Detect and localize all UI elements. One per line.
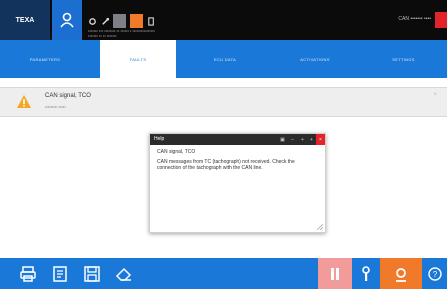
user-icon [60, 12, 74, 28]
service-button[interactable] [352, 258, 380, 289]
tab-settings[interactable]: SETTINGS [360, 40, 447, 78]
print-icon [20, 266, 36, 282]
bottom-toolbar: ? [0, 258, 447, 289]
document-icon[interactable] [113, 14, 126, 28]
dialog-header: Help ▣ – + + × [150, 134, 325, 145]
resize-grip-icon[interactable] [316, 223, 323, 230]
dialog-body: CAN messages from TC (tachograph) not re… [157, 159, 295, 171]
zoom-out-icon[interactable]: + [307, 134, 316, 145]
battery-icon [148, 17, 154, 26]
pause-icon [331, 267, 339, 280]
close-icon[interactable]: × [316, 134, 325, 145]
report-icon [53, 266, 67, 282]
print-button[interactable] [18, 264, 38, 284]
svg-text:?: ? [432, 270, 437, 279]
print-dialog-icon[interactable]: ▣ [278, 134, 287, 145]
tab-activations[interactable]: ACTIVATIONS [272, 40, 358, 78]
fault-subtitle: ••••••••• ••••• [45, 104, 66, 109]
top-bar: TEXA ••••••• ••• •••••••• •• •••••• • ••… [0, 0, 447, 40]
dialog-title: Help [154, 136, 165, 142]
dialog-heading: CAN signal, TCO [157, 149, 196, 155]
pause-button[interactable] [318, 258, 352, 289]
texa-logo: TEXA [0, 0, 50, 40]
help-icon: ? [427, 266, 442, 281]
vehicle-info: ••••••• ••• •••••••• •• •••••• • •••••••… [88, 28, 238, 38]
vehicle-info-line2: ••••••• •• •• ••••••• [88, 33, 117, 38]
fault-row[interactable]: CAN signal, TCO ••••••••• ••••• × [0, 87, 447, 117]
wrench-icon[interactable] [101, 17, 110, 26]
main-tabs: PARAMETERS FAULTS ECU DATA ACTIVATIONS S… [0, 40, 447, 78]
tab-ecu-data[interactable]: ECU DATA [182, 40, 268, 78]
tab-parameters[interactable]: PARAMETERS [0, 40, 90, 78]
settings-gear-icon [396, 267, 406, 282]
erase-icon [115, 267, 132, 281]
settings-button[interactable] [380, 258, 422, 289]
fault-title: CAN signal, TCO [45, 93, 91, 99]
wrench-icon [362, 265, 370, 281]
fault-dismiss-icon[interactable]: × [433, 92, 437, 98]
tab-faults[interactable]: FAULTS [100, 40, 176, 78]
report-button[interactable] [50, 264, 70, 284]
warning-icon [17, 95, 31, 108]
connection-status: CAN ••••••• •••• [398, 16, 431, 22]
zoom-in-icon[interactable]: + [298, 134, 307, 145]
save-button[interactable] [82, 264, 102, 284]
vehicle-icon[interactable] [130, 14, 143, 28]
gear-icon[interactable] [88, 17, 97, 26]
help-button[interactable]: ? [422, 258, 447, 289]
help-dialog: Help ▣ – + + × CAN signal, TCO CAN messa… [149, 133, 326, 233]
save-icon [84, 266, 100, 282]
minimize-icon[interactable]: – [288, 134, 297, 145]
notification-button[interactable] [435, 12, 447, 28]
user-button[interactable] [52, 0, 82, 40]
erase-button[interactable] [114, 264, 134, 284]
